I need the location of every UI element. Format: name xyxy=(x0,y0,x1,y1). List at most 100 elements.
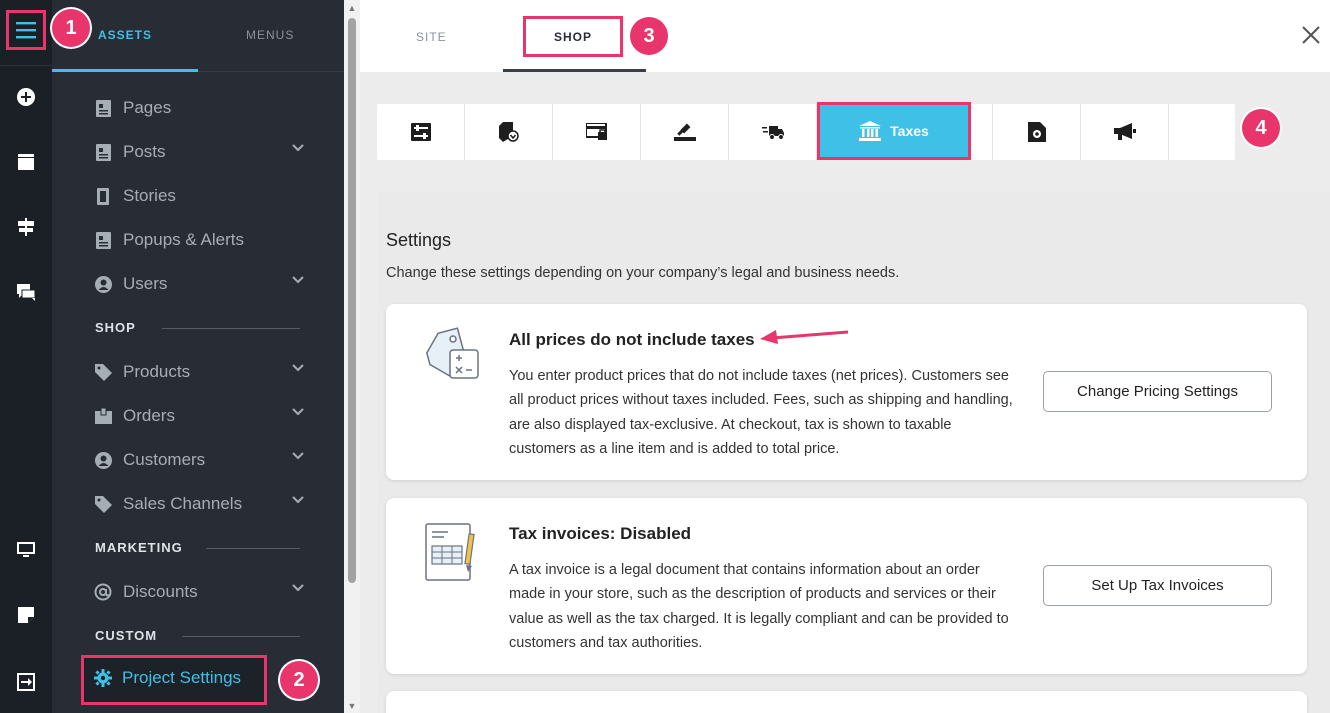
box-icon xyxy=(94,408,112,424)
archive-button[interactable] xyxy=(14,150,38,174)
logout-button[interactable] xyxy=(14,670,38,694)
settings-heading: Settings xyxy=(386,230,452,250)
price-tag-illustration-icon xyxy=(425,327,479,379)
monitor-icon xyxy=(17,542,35,557)
nav-item-project-settings[interactable]: Project Settings xyxy=(94,668,241,688)
callout-badge-2: 2 xyxy=(280,661,318,699)
add-icon xyxy=(17,88,35,106)
nav-item-label: Posts xyxy=(123,142,166,161)
toolbar-promotions-button[interactable] xyxy=(1081,104,1169,160)
next-settings-card xyxy=(386,691,1307,713)
shipping-truck-icon xyxy=(761,126,784,140)
bank-icon xyxy=(859,121,882,141)
chevron-down-icon[interactable] xyxy=(292,452,304,460)
page-icon xyxy=(95,99,111,117)
rail-divider xyxy=(0,65,52,66)
chevron-down-icon[interactable] xyxy=(292,364,304,372)
story-icon xyxy=(97,187,109,205)
add-button[interactable] xyxy=(14,85,38,109)
app-root: ASSETS MENUS Pages Posts Stories Popups … xyxy=(0,0,1330,713)
preview-button[interactable] xyxy=(14,538,38,562)
chevron-down-icon[interactable] xyxy=(292,584,304,592)
navigation-panel: ASSETS MENUS Pages Posts Stories Popups … xyxy=(52,0,344,713)
toolbar-shipping-button[interactable] xyxy=(729,104,817,160)
settings-subtitle: Change these settings depending on your … xyxy=(386,265,900,281)
card-description: You enter product prices that do not inc… xyxy=(509,368,1013,457)
nav-item-label: Stories xyxy=(123,186,176,205)
nav-item-discounts[interactable]: Discounts xyxy=(94,580,304,604)
nav-item-customers[interactable]: Customers xyxy=(94,448,304,472)
section-divider xyxy=(162,328,300,329)
nav-scrollbar[interactable]: ▲ ▼ xyxy=(344,0,360,713)
callout-badge-3: 3 xyxy=(630,17,668,55)
invoice-illustration-icon xyxy=(425,523,475,581)
nav-item-sales-channels[interactable]: Sales Channels xyxy=(94,492,304,516)
at-icon xyxy=(94,583,112,601)
change-pricing-settings-button[interactable]: Change Pricing Settings xyxy=(1043,371,1272,412)
active-tab-indicator xyxy=(503,69,646,72)
gear-icon xyxy=(94,669,112,687)
archive-icon xyxy=(18,154,34,170)
nav-item-pages[interactable]: Pages xyxy=(94,96,304,120)
tag-icon xyxy=(94,495,112,513)
comments-button[interactable] xyxy=(14,280,38,304)
download-tag-icon xyxy=(498,122,519,142)
toolbar-payments-button[interactable] xyxy=(553,104,641,160)
nav-item-users[interactable]: Users xyxy=(94,272,304,296)
tag-icon xyxy=(94,363,112,381)
chevron-down-icon[interactable] xyxy=(292,408,304,416)
toolbar-documents-button[interactable] xyxy=(993,104,1081,160)
megaphone-icon xyxy=(1113,123,1136,140)
settings-sliders-icon xyxy=(410,123,431,141)
menu-icon xyxy=(16,22,36,39)
scroll-down-arrow[interactable]: ▼ xyxy=(347,701,357,711)
scroll-up-arrow[interactable]: ▲ xyxy=(347,3,357,13)
page-icon xyxy=(95,143,111,161)
nav-item-posts[interactable]: Posts xyxy=(94,140,304,164)
chevron-down-icon[interactable] xyxy=(292,496,304,504)
main-panel: SITE SHOP 3 Taxes 4 Settings Change thes… xyxy=(360,0,1330,713)
shop-settings-toolbar: Taxes xyxy=(377,102,1235,160)
nav-item-orders[interactable]: Orders xyxy=(94,404,304,428)
menu-button[interactable] xyxy=(6,10,46,50)
tab-site[interactable]: SITE xyxy=(416,30,447,44)
toolbar-legal-button[interactable] xyxy=(641,104,729,160)
user-icon xyxy=(94,451,112,469)
nav-item-products[interactable]: Products xyxy=(94,360,304,384)
set-up-tax-invoices-button[interactable]: Set Up Tax Invoices xyxy=(1043,565,1272,606)
toolbar-digital-goods-button[interactable] xyxy=(465,104,553,160)
auction-icon xyxy=(673,123,696,141)
payment-card-icon xyxy=(585,123,607,140)
tab-assets[interactable]: ASSETS xyxy=(98,28,152,42)
signpost-icon xyxy=(18,218,34,236)
chevron-down-icon[interactable] xyxy=(292,144,304,152)
card-title: All prices do not include taxes xyxy=(509,330,755,349)
nav-item-label: Pages xyxy=(123,98,172,117)
chat-icon xyxy=(17,283,35,301)
tab-menus[interactable]: MENUS xyxy=(246,28,294,42)
toolbar-general-button[interactable] xyxy=(377,104,465,160)
section-divider xyxy=(206,548,300,549)
taxes-label: Taxes xyxy=(890,123,929,139)
callout-badge-1: 1 xyxy=(52,9,90,47)
nav-item-label: Discounts xyxy=(123,582,198,601)
nav-item-label: Popups & Alerts xyxy=(123,230,244,249)
chevron-down-icon[interactable] xyxy=(292,276,304,284)
signpost-button[interactable] xyxy=(14,215,38,239)
nav-tabs: ASSETS MENUS xyxy=(52,0,344,72)
notes-button[interactable] xyxy=(14,603,38,627)
active-tab-indicator xyxy=(52,69,198,72)
close-icon[interactable] xyxy=(1300,24,1322,46)
nav-item-label: Products xyxy=(123,362,191,381)
nav-item-popups[interactable]: Popups & Alerts xyxy=(94,228,304,252)
document-settings-icon xyxy=(1027,122,1046,142)
card-title: Tax invoices: Disabled xyxy=(509,524,692,543)
nav-item-label: Users xyxy=(123,274,168,293)
logout-icon xyxy=(17,673,35,691)
toolbar-taxes-button[interactable]: Taxes xyxy=(817,102,971,160)
scroll-thumb[interactable] xyxy=(348,18,356,583)
tab-shop[interactable]: SHOP xyxy=(523,16,623,57)
nav-item-label: Orders xyxy=(123,406,175,425)
nav-item-stories[interactable]: Stories xyxy=(94,184,304,208)
sticky-note-icon xyxy=(18,607,34,623)
